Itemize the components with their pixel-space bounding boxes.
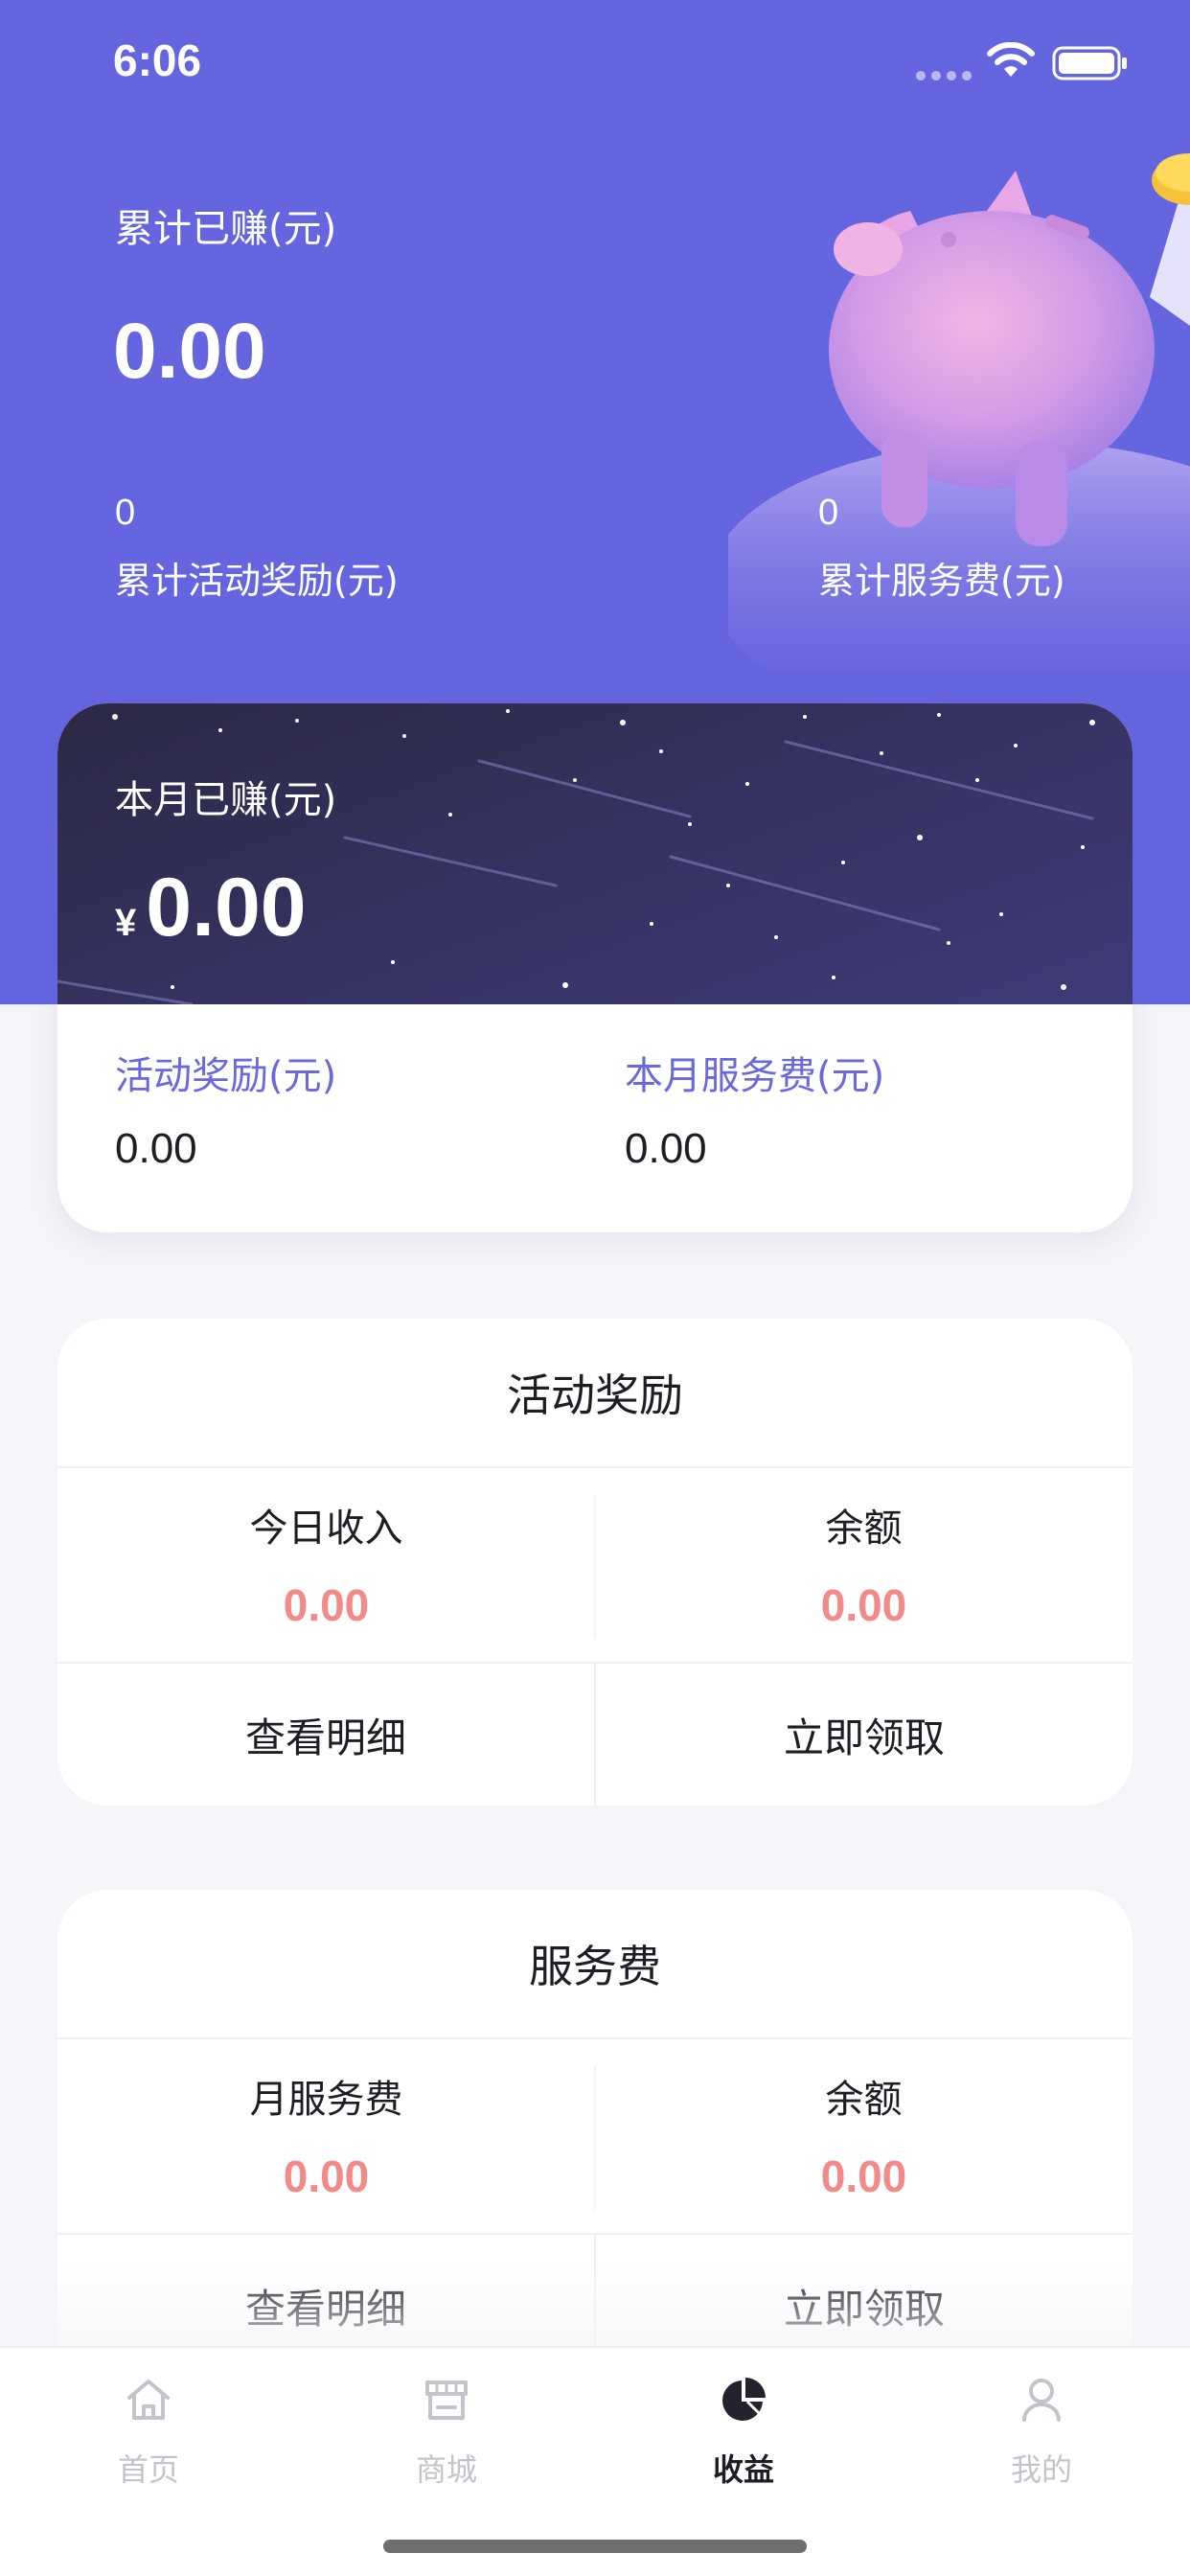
tab-profile-label: 我的: [1010, 2451, 1072, 2488]
home-icon: [127, 2380, 170, 2420]
monthly-fee-value: 0.00: [283, 2151, 370, 2201]
activity-reward-card: 活动奖励 今日收入 0.00 余额 0.00 查看明细 立即领取: [57, 1319, 1133, 1806]
tab-store[interactable]: 商城: [351, 2373, 542, 2490]
monthly-activity-reward-label: 活动奖励(元): [115, 1054, 337, 1098]
total-activity-reward-value: 0: [115, 493, 136, 533]
monthly-earned-amount: ¥ 0.00: [115, 861, 307, 955]
monthly-activity-reward: 活动奖励(元) 0.00: [115, 1045, 336, 1173]
total-service-fee-label: 累计服务费(元): [818, 560, 1065, 602]
monthly-earnings-card: 本月已赚(元) ¥ 0.00 活动奖励(元) 0.00 本月服务费(元) 0.0…: [57, 703, 1133, 1232]
total-earned-value: 0.00: [113, 308, 266, 395]
scroll-fade-overlay: [0, 2262, 1190, 2348]
currency-symbol: ¥: [115, 902, 137, 944]
tab-home[interactable]: 首页: [53, 2373, 244, 2490]
tab-earnings-label: 收益: [712, 2451, 774, 2488]
total-activity-reward: 0 累计活动奖励(元): [115, 493, 399, 604]
monthly-earned-label: 本月已赚(元): [115, 778, 337, 822]
monthly-fee-stat: 月服务费 0.00: [57, 2039, 595, 2233]
activity-view-details-button[interactable]: 查看明细: [57, 1664, 596, 1806]
pie-chart-icon: [722, 2378, 766, 2421]
battery-icon: [1052, 46, 1127, 80]
monthly-service-fee-label: 本月服务费(元): [625, 1054, 885, 1098]
monthly-fee-label: 月服务费: [249, 2078, 403, 2122]
activity-reward-title: 活动奖励: [57, 1319, 1133, 1468]
tab-store-label: 商城: [415, 2451, 477, 2488]
cellular-signal-icon: [916, 71, 972, 80]
activity-card-actions: 查看明细 立即领取: [57, 1662, 1133, 1806]
store-icon: [425, 2380, 468, 2420]
service-balance-value: 0.00: [820, 2151, 907, 2201]
total-service-fee: 0 累计服务费(元): [818, 493, 1065, 604]
home-indicator[interactable]: [383, 2540, 807, 2553]
total-service-fee-value: 0: [818, 493, 839, 533]
total-earned-label: 累计已赚(元): [115, 207, 337, 251]
activity-balance-stat: 余额 0.00: [595, 1468, 1133, 1662]
status-time: 6:06: [113, 35, 202, 85]
tab-earnings[interactable]: 收益: [648, 2373, 839, 2490]
today-income-stat: 今日收入 0.00: [57, 1468, 595, 1662]
today-income-value: 0.00: [283, 1580, 370, 1630]
today-income-label: 今日收入: [249, 1506, 403, 1551]
profile-icon: [1022, 2379, 1061, 2422]
service-balance-stat: 余额 0.00: [595, 2039, 1133, 2233]
tab-home-label: 首页: [117, 2451, 179, 2488]
service-fee-title: 服务费: [57, 1890, 1133, 2039]
activity-claim-now-button[interactable]: 立即领取: [596, 1664, 1133, 1806]
monthly-activity-reward-value: 0.00: [115, 1125, 197, 1172]
starry-sky-decoration: [57, 709, 1095, 1004]
monthly-service-fee: 本月服务费(元) 0.00: [625, 1045, 884, 1173]
monthly-earnings-banner: 本月已赚(元) ¥ 0.00: [57, 703, 1133, 1004]
service-balance-label: 余额: [825, 2078, 903, 2122]
wifi-icon: [987, 42, 1035, 77]
tab-profile[interactable]: 我的: [946, 2373, 1137, 2490]
monthly-earned-value: 0.00: [146, 862, 307, 954]
monthly-service-fee-value: 0.00: [625, 1125, 707, 1172]
activity-balance-label: 余额: [825, 1506, 903, 1551]
status-bar: 6:06: [0, 0, 1190, 126]
total-activity-reward-label: 累计活动奖励(元): [115, 560, 399, 602]
activity-balance-value: 0.00: [820, 1580, 907, 1630]
